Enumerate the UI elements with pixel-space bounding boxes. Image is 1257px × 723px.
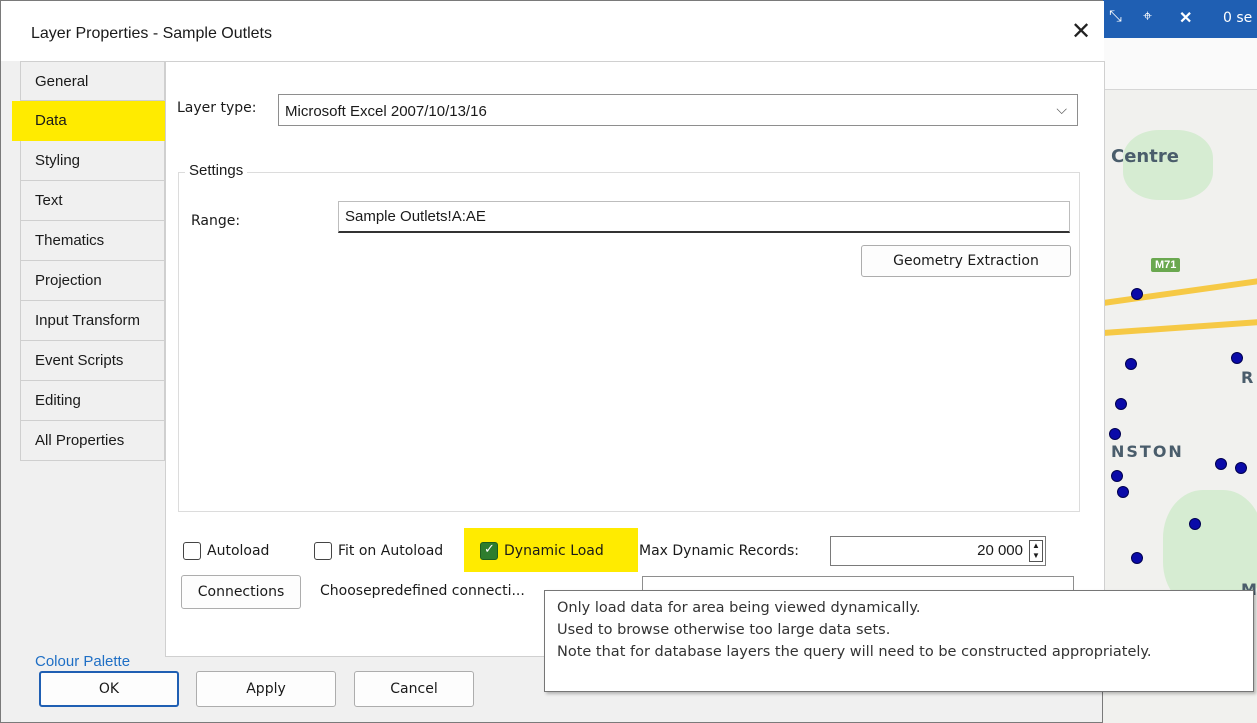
fit-on-autoload-checkbox[interactable]: Fit on Autoload [314, 542, 443, 560]
layer-type-label: Layer type: [177, 100, 257, 116]
outlet-point[interactable] [1117, 486, 1129, 498]
max-dynamic-records-value: 20 000 [977, 542, 1023, 559]
range-label: Range: [191, 213, 241, 229]
outlet-point[interactable] [1125, 358, 1137, 370]
cancel-button[interactable]: Cancel [354, 671, 474, 707]
dynamic-load-tooltip: Only load data for area being viewed dyn… [544, 590, 1254, 692]
outlet-point[interactable] [1111, 470, 1123, 482]
motorway-road [1103, 277, 1257, 306]
dynamic-load-checkbox[interactable]: Dynamic Load [480, 542, 604, 560]
outlet-point[interactable] [1215, 458, 1227, 470]
outlet-point[interactable] [1131, 552, 1143, 564]
tab-general[interactable]: General [20, 61, 165, 101]
connections-button[interactable]: Connections [181, 575, 301, 609]
range-input[interactable]: Sample Outlets!A:AE [338, 201, 1070, 233]
outlet-point[interactable] [1115, 398, 1127, 410]
tooltip-line: Note that for database layers the query … [557, 644, 1152, 660]
tab-styling[interactable]: Styling [20, 141, 165, 181]
autoload-label: Autoload [207, 543, 270, 559]
tooltip-line: Used to browse otherwise too large data … [557, 622, 891, 638]
layer-type-value: Microsoft Excel 2007/10/13/16 [285, 103, 487, 120]
map-label-r: R [1241, 368, 1256, 387]
property-tabs: General Data Styling Text Thematics Proj… [12, 61, 165, 461]
outlet-point[interactable] [1109, 428, 1121, 440]
road-badge-m71: M71 [1151, 258, 1181, 272]
cancel-tool-icon[interactable]: ✕ [1179, 8, 1192, 28]
tab-editing[interactable]: Editing [20, 381, 165, 421]
autoload-checkbox[interactable]: Autoload [183, 542, 269, 560]
data-tab-panel: Layer type: Microsoft Excel 2007/10/13/1… [165, 61, 1105, 657]
outlet-point[interactable] [1235, 462, 1247, 474]
choose-predefined-label: Choosepredefined connecti... [320, 583, 525, 599]
geometry-extraction-button[interactable]: Geometry Extraction [861, 245, 1071, 277]
dynamic-load-label: Dynamic Load [504, 543, 604, 559]
colour-palette-link[interactable]: Colour Palette [35, 653, 130, 670]
range-value: Sample Outlets!A:AE [345, 208, 486, 225]
spinner-arrows[interactable]: ▲ ▼ [1029, 540, 1043, 562]
spin-up-icon[interactable]: ▲ [1030, 541, 1042, 551]
tab-thematics[interactable]: Thematics [20, 221, 165, 261]
map-secondary-toolbar [1103, 38, 1257, 90]
outlet-point[interactable] [1231, 352, 1243, 364]
dynamic-load-checkbox-box[interactable] [480, 542, 498, 560]
tab-projection[interactable]: Projection [20, 261, 165, 301]
autoload-checkbox-box[interactable] [183, 542, 201, 560]
motorway-road [1103, 318, 1257, 336]
apply-button[interactable]: Apply [196, 671, 336, 707]
close-icon[interactable]: ✕ [1071, 17, 1091, 46]
select-tool-icon[interactable]: ⤡ [1109, 8, 1122, 26]
pointer-tool-icon[interactable]: ⌖ [1143, 8, 1152, 26]
max-dynamic-records-label: Max Dynamic Records: [639, 543, 799, 559]
tab-text[interactable]: Text [20, 181, 165, 221]
settings-group-title: Settings [185, 162, 248, 179]
outlet-point[interactable] [1131, 288, 1143, 300]
map-label-centre: Centre [1111, 146, 1179, 167]
tab-event-scripts[interactable]: Event Scripts [20, 341, 165, 381]
map-top-toolbar: ⤡ ⌖ ✕ 0 se [1103, 0, 1257, 38]
map-label-nston: NSTON [1111, 442, 1184, 461]
fit-on-autoload-label: Fit on Autoload [338, 543, 444, 559]
tab-input-transform[interactable]: Input Transform [20, 301, 165, 341]
chevron-down-icon: ⌵ [1056, 101, 1067, 117]
tooltip-line: Only load data for area being viewed dyn… [557, 600, 921, 616]
spin-down-icon[interactable]: ▼ [1030, 551, 1042, 561]
dialog-titlebar: Layer Properties - Sample Outlets ✕ [1, 1, 1104, 61]
settings-group: Settings Range: Sample Outlets!A:AE Geom… [178, 162, 1080, 512]
tab-all-properties[interactable]: All Properties [20, 421, 165, 461]
map-status-text: 0 se [1223, 10, 1253, 26]
tab-data[interactable]: Data [12, 101, 165, 141]
layer-type-select[interactable]: Microsoft Excel 2007/10/13/16 ⌵ [278, 94, 1078, 126]
ok-button[interactable]: OK [39, 671, 179, 707]
fit-on-autoload-checkbox-box[interactable] [314, 542, 332, 560]
dialog-title: Layer Properties - Sample Outlets [31, 25, 272, 42]
outlet-point[interactable] [1189, 518, 1201, 530]
max-dynamic-records-spinner[interactable]: 20 000 ▲ ▼ [830, 536, 1046, 566]
